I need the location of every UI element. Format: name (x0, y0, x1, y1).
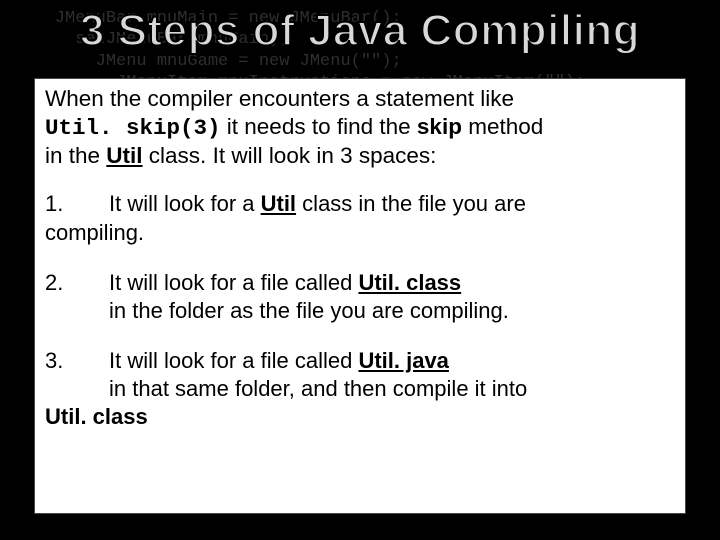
step-1-number: 1. (45, 190, 109, 218)
intro-paragraph: When the compiler encounters a statement… (45, 85, 675, 170)
intro-text-2a: it needs to find the (221, 114, 417, 139)
intro-keyword-skip: skip (417, 114, 462, 139)
step-3-wrap: Util. class (45, 404, 148, 429)
step-3: 3.It will look for a file called Util. j… (45, 347, 675, 431)
intro-keyword-util: Util (106, 143, 142, 168)
step-2-line2: in the folder as the file you are compil… (109, 298, 509, 323)
content-panel: When the compiler encounters a statement… (34, 78, 686, 514)
step-2-line1a: It will look for a file called (109, 270, 358, 295)
step-1-text-post: class in the file you are (296, 191, 526, 216)
intro-text-1: When the compiler encounters a statement… (45, 86, 514, 111)
step-1-wrap: compiling. (45, 220, 144, 245)
intro-code: Util. skip(3) (45, 115, 221, 141)
intro-text-2b: method (462, 114, 543, 139)
slide-title: 3 Steps of Java Compiling (0, 6, 720, 56)
intro-text-3b: class. It will look in 3 spaces: (143, 143, 437, 168)
step-1-text-pre: It will look for a (109, 191, 261, 216)
step-3-bold1: Util. java (358, 348, 448, 373)
step-3-line2: in that same folder, and then compile it… (109, 376, 527, 401)
step-2: 2.It will look for a file called Util. c… (45, 269, 675, 325)
step-2-bold: Util. class (358, 270, 461, 295)
step-3-number: 3. (45, 347, 109, 375)
intro-text-3a: in the (45, 143, 106, 168)
step-1: 1.It will look for a Util class in the f… (45, 190, 675, 246)
step-1-bold: Util (261, 191, 296, 216)
step-3-line1a: It will look for a file called (109, 348, 358, 373)
steps-list: 1.It will look for a Util class in the f… (45, 190, 675, 431)
step-2-number: 2. (45, 269, 109, 297)
